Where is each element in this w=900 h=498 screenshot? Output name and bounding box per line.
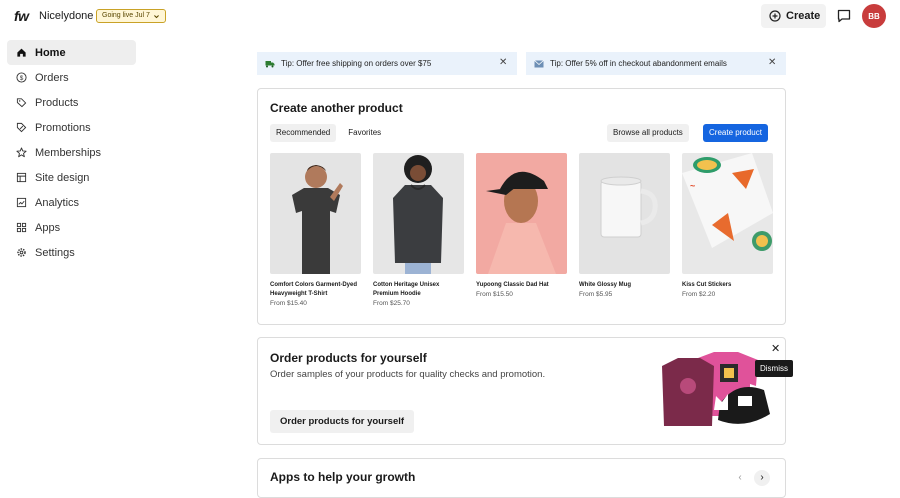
create-button-label: Create	[786, 10, 821, 22]
create-product-card: Create another product Recommended Favor…	[257, 88, 786, 325]
product-name: Yupoong Classic Dad Hat	[476, 282, 549, 288]
sidebar-item-label: Apps	[35, 221, 61, 234]
close-icon[interactable]: ✕	[768, 58, 778, 68]
sidebar: Home $ Orders Products Promotions Member…	[7, 40, 136, 265]
hoodie-product-image[interactable]	[373, 153, 464, 274]
svg-text:~: ~	[690, 181, 695, 191]
product-price: From $2.20	[682, 291, 716, 298]
product-card[interactable]: White Glossy Mug From $5.95	[579, 153, 670, 307]
create-button[interactable]: Create	[761, 4, 826, 28]
star-icon	[16, 147, 27, 158]
sidebar-item-settings[interactable]: Settings	[7, 240, 136, 265]
sidebar-item-apps[interactable]: Apps	[7, 215, 136, 240]
product-price: From $5.95	[579, 291, 613, 298]
card-title: Apps to help your growth	[270, 470, 416, 484]
close-icon[interactable]: ✕	[499, 58, 509, 68]
plus-circle-icon	[769, 10, 781, 22]
sidebar-item-label: Analytics	[35, 196, 80, 209]
product-price: From $15.40	[270, 300, 307, 307]
avatar[interactable]: BB	[862, 4, 886, 28]
tip-banner: Tip: Offer 5% off in checkout abandonmen…	[526, 52, 786, 75]
product-price: From $25.70	[373, 300, 410, 307]
browse-all-products-button[interactable]: Browse all products	[607, 124, 689, 142]
product-tabs: Recommended Favorites	[270, 124, 387, 142]
product-name: Cotton Heritage Unisex Premium Hoodie	[373, 282, 440, 297]
gear-icon	[17, 248, 26, 257]
app-logo[interactable]: fw	[14, 8, 29, 24]
sidebar-item-analytics[interactable]: Analytics	[7, 190, 136, 215]
sidebar-item-label: Home	[35, 46, 66, 59]
discount-tag-icon	[16, 122, 27, 133]
sidebar-item-site-design[interactable]: Site design	[7, 165, 136, 190]
sidebar-item-memberships[interactable]: Memberships	[7, 140, 136, 165]
hat-product-image[interactable]	[476, 153, 567, 274]
card-title: Create another product	[270, 101, 403, 115]
tag-icon	[16, 98, 27, 108]
sidebar-item-products[interactable]: Products	[7, 90, 136, 115]
dismiss-tooltip: Dismiss	[755, 360, 793, 377]
truck-icon	[265, 60, 275, 67]
sidebar-item-label: Promotions	[35, 121, 91, 134]
sidebar-item-label: Orders	[35, 71, 69, 84]
product-card[interactable]: Cotton Heritage Unisex Premium Hoodie Fr…	[373, 153, 464, 307]
go-live-badge[interactable]: Going live Jul 7	[96, 9, 166, 23]
product-card[interactable]: Comfort Colors Garment-Dyed Heavyweight …	[270, 153, 361, 307]
layout-icon	[16, 172, 27, 183]
sidebar-item-label: Products	[35, 96, 79, 109]
tab-favorites[interactable]: Favorites	[342, 124, 387, 142]
sidebar-item-label: Settings	[35, 246, 75, 259]
order-products-button[interactable]: Order products for yourself	[270, 410, 415, 433]
svg-text:$: $	[20, 75, 24, 82]
sidebar-item-orders[interactable]: $ Orders	[7, 65, 136, 90]
messages-icon[interactable]	[836, 8, 852, 24]
apps-grid-icon	[16, 222, 27, 233]
create-product-button[interactable]: Create product	[703, 124, 768, 142]
tip-banner: Tip: Offer free shipping on orders over …	[257, 52, 517, 75]
product-name: Kiss Cut Stickers	[682, 282, 732, 288]
product-card[interactable]: ~ Kiss Cut Stickers From $2.20	[682, 153, 773, 307]
mail-icon	[534, 59, 544, 67]
chevron-down-icon	[153, 14, 159, 18]
card-title: Order products for yourself	[270, 351, 427, 365]
sidebar-item-label: Site design	[35, 171, 90, 184]
sidebar-item-promotions[interactable]: Promotions	[7, 115, 136, 140]
chart-icon	[16, 197, 27, 208]
card-description: Order samples of your products for quali…	[270, 369, 546, 380]
product-card[interactable]: Yupoong Classic Dad Hat From $15.50	[476, 153, 567, 307]
sidebar-item-home[interactable]: Home	[7, 40, 136, 65]
store-name[interactable]: Nicelydone	[39, 10, 93, 22]
tip-text: Tip: Offer 5% off in checkout abandonmen…	[550, 59, 727, 68]
go-live-label: Going live Jul 7	[102, 12, 150, 19]
dollar-circle-icon: $	[16, 72, 27, 83]
stickers-product-image[interactable]: ~	[682, 153, 773, 274]
tip-text: Tip: Offer free shipping on orders over …	[281, 59, 432, 68]
product-name: White Glossy Mug	[579, 282, 632, 288]
mug-product-image[interactable]	[579, 153, 670, 274]
product-name: Comfort Colors Garment-Dyed Heavyweight …	[270, 282, 358, 297]
product-price: From $15.50	[476, 291, 513, 298]
sidebar-item-label: Memberships	[35, 146, 102, 159]
product-list: Comfort Colors Garment-Dyed Heavyweight …	[270, 153, 773, 307]
tab-recommended[interactable]: Recommended	[270, 124, 337, 142]
top-bar: fw Nicelydone Going live Jul 7 Create BB	[0, 0, 900, 32]
apps-card: Apps to help your growth ‹ ›	[257, 458, 786, 498]
home-icon	[17, 48, 26, 57]
order-products-card: Order products for yourself Order sample…	[257, 337, 786, 445]
tshirt-product-image[interactable]	[270, 153, 361, 274]
